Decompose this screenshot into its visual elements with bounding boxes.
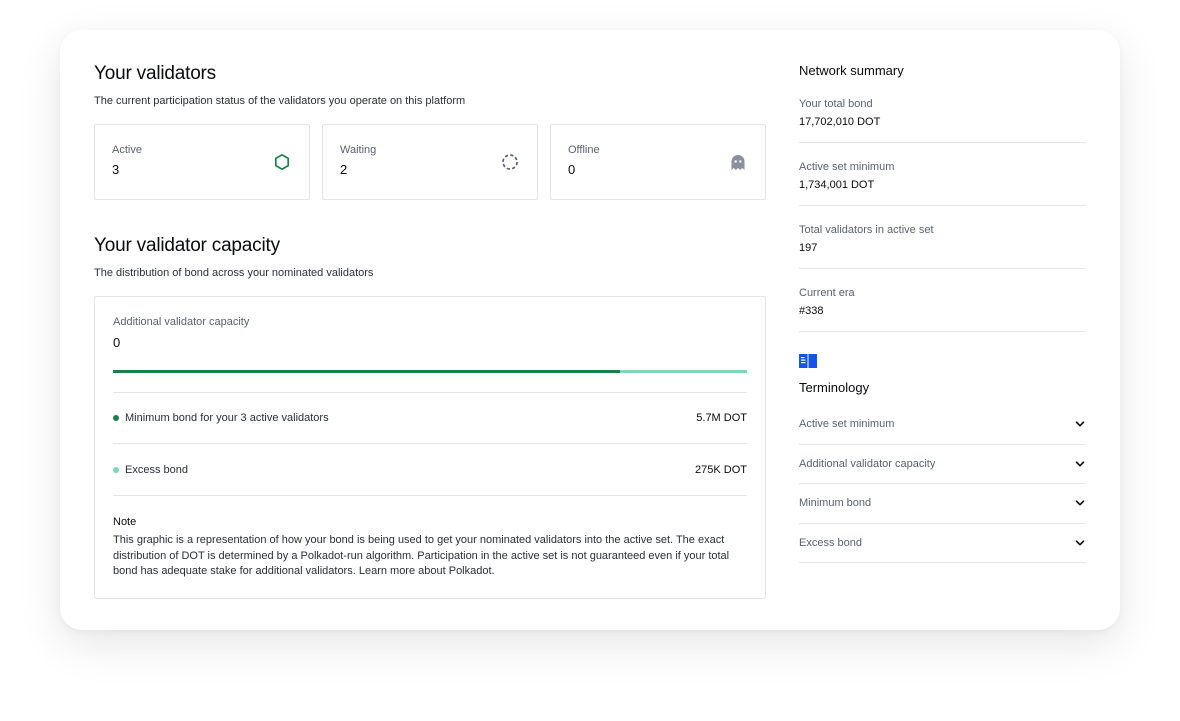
- term-label: Excess bond: [799, 536, 862, 549]
- bond-breakdown: Minimum bond for your 3 active validator…: [113, 392, 747, 496]
- network-summary-list: Your total bond 17,702,010 DOT Active se…: [799, 98, 1086, 332]
- capacity-value: 0: [113, 335, 121, 350]
- minimum-bond-row: Minimum bond for your 3 active validator…: [113, 392, 747, 444]
- sidebar: Network summary Your total bond 17,702,0…: [799, 63, 1086, 563]
- minimum-bond-value: 5.7M DOT: [696, 412, 747, 424]
- status-label: Waiting: [340, 144, 377, 156]
- status-value: 2: [340, 162, 348, 177]
- status-card-active: Active 3: [94, 124, 310, 200]
- status-cards: Active 3 Waiting 2 Offline 0: [94, 124, 766, 200]
- status-card-offline: Offline 0: [550, 124, 766, 200]
- summary-label: Total validators in active set: [799, 224, 934, 236]
- status-value: 0: [568, 162, 576, 177]
- term-item-active-set-minimum[interactable]: Active set minimum: [799, 405, 1086, 445]
- term-item-minimum-bond[interactable]: Minimum bond: [799, 484, 1086, 524]
- term-label: Minimum bond: [799, 497, 872, 510]
- summary-label: Active set minimum: [799, 161, 895, 173]
- excess-bond-value: 275K DOT: [695, 463, 747, 476]
- status-label: Offline: [568, 144, 600, 156]
- capacity-box: Additional validator capacity 0 Minimum …: [94, 296, 766, 599]
- chevron-down-icon: [1075, 461, 1085, 467]
- terminology-list: Active set minimum Additional validator …: [799, 405, 1086, 563]
- note-title: Note: [113, 516, 137, 528]
- summary-item-active-set-minimum: Active set minimum 1,734,001 DOT: [799, 156, 1086, 206]
- excess-bond-label: Excess bond: [125, 463, 188, 476]
- capacity-title: Your validator capacity: [94, 235, 280, 256]
- term-item-additional-validator-capacity[interactable]: Additional validator capacity: [799, 445, 1086, 484]
- summary-label: Your total bond: [799, 98, 873, 110]
- summary-item-current-era: Current era #338: [799, 282, 1086, 332]
- summary-value: 1,734,001 DOT: [799, 179, 875, 191]
- note-text: This graphic is a representation of how …: [113, 534, 730, 577]
- capacity-progress-bar: [113, 370, 747, 373]
- capacity-subtitle: The distribution of bond across your nom…: [94, 267, 374, 279]
- capacity-label: Additional validator capacity: [113, 316, 250, 328]
- term-label: Additional validator capacity: [799, 457, 936, 470]
- summary-value: #338: [799, 305, 824, 317]
- dashed-circle-icon: [502, 154, 518, 170]
- ghost-icon: [731, 155, 745, 170]
- validators-title: Your validators: [94, 63, 216, 84]
- book-icon: [799, 354, 817, 368]
- chevron-down-icon: [1075, 421, 1085, 427]
- minimum-bond-dot-icon: [113, 415, 119, 421]
- chevron-down-icon: [1075, 500, 1085, 506]
- chevron-down-icon: [1075, 540, 1085, 546]
- main-column: Your validators The current participatio…: [94, 63, 766, 599]
- hexagon-icon: [274, 153, 290, 171]
- status-value: 3: [112, 162, 120, 177]
- terminology-title: Terminology: [799, 380, 870, 395]
- summary-item-total-validators: Total validators in active set 197: [799, 219, 1086, 269]
- summary-item-total-bond: Your total bond 17,702,010 DOT: [799, 98, 1086, 143]
- validators-subtitle: The current participation status of the …: [94, 95, 466, 107]
- term-label: Active set minimum: [799, 418, 895, 431]
- excess-bond-dot-icon: [113, 466, 119, 473]
- capacity-progress-fill: [113, 370, 621, 373]
- validators-panel: Your validators The current participatio…: [60, 30, 1120, 630]
- summary-label: Current era: [799, 287, 855, 299]
- note: Note This graphic is a representation of…: [113, 516, 747, 580]
- status-card-waiting: Waiting 2: [322, 124, 538, 200]
- excess-bond-row: Excess bond 275K DOT: [113, 444, 747, 496]
- network-summary-title: Network summary: [799, 63, 904, 78]
- term-item-excess-bond[interactable]: Excess bond: [799, 524, 1086, 563]
- status-label: Active: [112, 144, 142, 156]
- summary-value: 197: [799, 242, 818, 254]
- summary-value: 17,702,010 DOT: [799, 116, 881, 128]
- minimum-bond-label: Minimum bond for your 3 active validator…: [125, 412, 329, 424]
